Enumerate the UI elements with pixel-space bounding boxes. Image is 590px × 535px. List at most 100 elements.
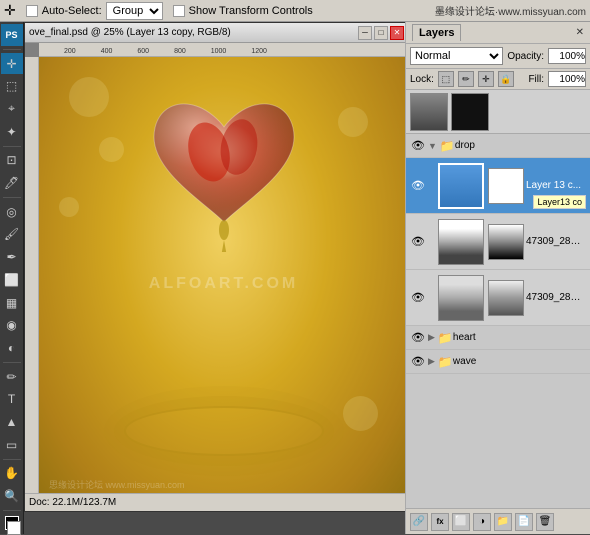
opacity-label: Opacity: <box>507 51 544 62</box>
forum-link: 墨缘设计论坛·www.missyuan.com <box>435 7 586 18</box>
move-tool[interactable]: ✛ <box>1 53 23 75</box>
eye-icon-wave[interactable]: 👁 <box>410 354 426 370</box>
layer-mask-47309-1 <box>488 224 524 260</box>
blend-mode-dropdown[interactable]: Normal <box>410 47 503 65</box>
lock-label: Lock: <box>410 74 434 85</box>
layer-thumbnail-dark <box>410 93 448 131</box>
link-layers-btn[interactable]: 🔗 <box>410 513 428 531</box>
lock-position-btn[interactable]: ✛ <box>478 71 494 87</box>
healing-brush-tool[interactable]: ◎ <box>1 201 23 223</box>
layer-row-47309-2[interactable]: 👁 47309_2826... <box>406 270 590 326</box>
eye-icon-drop[interactable]: 👁 <box>410 138 426 154</box>
layer-thumbnail-47309-1 <box>438 219 484 265</box>
new-adjustment-btn[interactable]: ◑ <box>473 513 491 531</box>
hand-tool[interactable]: ✋ <box>1 463 23 485</box>
new-layer-btn[interactable]: 📄 <box>515 513 533 531</box>
bokeh-2 <box>99 137 124 162</box>
eye-icon-heart[interactable]: 👁 <box>410 330 426 346</box>
magic-wand-tool[interactable]: ✦ <box>1 121 23 143</box>
eye-icon-47309-1[interactable]: 👁 <box>410 234 426 250</box>
layer-group-drop[interactable]: 👁 ▼ 📁 drop <box>406 134 590 158</box>
opacity-input[interactable] <box>548 48 586 64</box>
ruler-200: 200 <box>64 48 76 55</box>
crop-tool[interactable]: ⊡ <box>1 149 23 171</box>
layer-row-47309-1[interactable]: 👁 47309_2826... <box>406 214 590 270</box>
left-toolbar: PS ✛ ⬚ ⌖ ✦ ⊡ 🖊 ◎ 🖌 ✒ ⬜ ▦ ◉ ◐ ✏ T ▲ ▭ ✋ 🔍 <box>0 22 24 534</box>
bokeh-4 <box>59 197 79 217</box>
background-color[interactable] <box>7 521 21 535</box>
pen-tool[interactable]: ✏ <box>1 366 23 388</box>
eraser-tool[interactable]: ⬜ <box>1 269 23 291</box>
folder-icon-drop: 📁 <box>439 138 455 154</box>
group-name-drop: drop <box>455 140 475 151</box>
ruler-1000: 1000 <box>211 48 227 55</box>
layer-row-13copy[interactable]: 👁 Layer 13 c... Layer13 co <box>406 158 590 214</box>
show-transform-checkbox[interactable] <box>173 5 185 17</box>
ruler-400: 400 <box>101 48 113 55</box>
path-selection-tool[interactable]: ▲ <box>1 411 23 433</box>
document-window: ove_final.psd @ 25% (Layer 13 copy, RGB/… <box>24 22 405 512</box>
layer-name-47309-1: 47309_2826... <box>526 236 586 247</box>
expand-arrow-drop[interactable]: ▼ <box>426 141 439 151</box>
status-bar: Doc: 22.1M/123.7M <box>25 493 405 511</box>
blur-tool[interactable]: ◉ <box>1 314 23 336</box>
layer-group-heart[interactable]: 👁 ▶ 📁 heart <box>406 326 590 350</box>
folder-icon-wave: 📁 <box>437 354 453 370</box>
layer-name-47309-2: 47309_2826... <box>526 292 586 303</box>
zoom-tool[interactable]: 🔍 <box>1 485 23 507</box>
layer-mask-btn[interactable]: ⬜ <box>452 513 470 531</box>
lock-row: Lock: ⬚ ✏ ✛ 🔒 Fill: <box>406 69 590 90</box>
maximize-button[interactable]: □ <box>374 26 388 40</box>
close-button[interactable]: ✕ <box>390 26 404 40</box>
tool-separator-3 <box>3 197 21 198</box>
dodge-tool[interactable]: ◐ <box>1 337 23 359</box>
layer-mask-13copy <box>488 168 524 204</box>
layers-panel: Layers ✕ Normal Opacity: Lock: ⬚ ✏ ✛ 🔒 F… <box>405 22 590 534</box>
color-swatches <box>5 514 19 532</box>
ruler-1200: 1200 <box>251 48 267 55</box>
eyedropper-tool[interactable]: 🖊 <box>1 172 23 194</box>
lasso-tool[interactable]: ⌖ <box>1 98 23 120</box>
tool-separator-1 <box>3 49 21 50</box>
top-menu-bar: ✛ Auto-Select: Group Show Transform Cont… <box>0 0 590 22</box>
show-transform-group: Show Transform Controls <box>173 5 313 17</box>
ruler-800: 800 <box>174 48 186 55</box>
minimize-button[interactable]: ─ <box>358 26 372 40</box>
glass-heart-svg <box>144 82 304 252</box>
selection-tool[interactable]: ⬚ <box>1 75 23 97</box>
layer-thumbnail-47309-2 <box>438 275 484 321</box>
lock-transparent-btn[interactable]: ⬚ <box>438 71 454 87</box>
auto-select-dropdown[interactable]: Group <box>106 2 163 20</box>
layer-tooltip-13copy: Layer13 co <box>533 195 586 209</box>
layer-name-13copy: Layer 13 c... <box>526 180 586 191</box>
bokeh-1 <box>69 77 109 117</box>
clone-stamp-tool[interactable]: ✒ <box>1 246 23 268</box>
gradient-tool[interactable]: ▦ <box>1 292 23 314</box>
fill-input[interactable] <box>548 71 586 87</box>
layer-group-wave[interactable]: 👁 ▶ 📁 wave <box>406 350 590 374</box>
ruler-horizontal: 200 400 600 800 1000 1200 <box>39 43 405 57</box>
eye-icon-47309-2[interactable]: 👁 <box>410 290 426 306</box>
doc-title: ove_final.psd @ 25% (Layer 13 copy, RGB/… <box>29 27 358 38</box>
brush-tool[interactable]: 🖌 <box>1 224 23 246</box>
expand-arrow-heart[interactable]: ▶ <box>426 332 437 343</box>
shape-tool[interactable]: ▭ <box>1 434 23 456</box>
panel-close-button[interactable]: ✕ <box>576 27 584 38</box>
canvas-area: ove_final.psd @ 25% (Layer 13 copy, RGB/… <box>24 22 405 534</box>
text-tool[interactable]: T <box>1 388 23 410</box>
new-group-btn[interactable]: 📁 <box>494 513 512 531</box>
layers-bottom-toolbar: 🔗 fx ⬜ ◑ 📁 📄 🗑 <box>406 508 590 534</box>
group-name-heart: heart <box>453 332 476 343</box>
lock-image-btn[interactable]: ✏ <box>458 71 474 87</box>
lock-all-btn[interactable]: 🔒 <box>498 71 514 87</box>
canvas-image[interactable]: ALFOART.COM 思缘设计论坛 www.missyuan.com <box>39 57 405 511</box>
expand-arrow-wave[interactable]: ▶ <box>426 356 437 367</box>
layer-effects-btn[interactable]: fx <box>431 513 449 531</box>
show-transform-label: Show Transform Controls <box>189 5 313 17</box>
delete-layer-btn[interactable]: 🗑 <box>536 513 554 531</box>
auto-select-checkbox[interactable] <box>26 5 38 17</box>
eye-icon-13copy[interactable]: 👁 <box>410 178 426 194</box>
tool-separator-2 <box>3 146 21 147</box>
canvas-content: ALFOART.COM 思缘设计论坛 www.missyuan.com <box>39 57 405 511</box>
layers-tab[interactable]: Layers <box>412 24 461 41</box>
